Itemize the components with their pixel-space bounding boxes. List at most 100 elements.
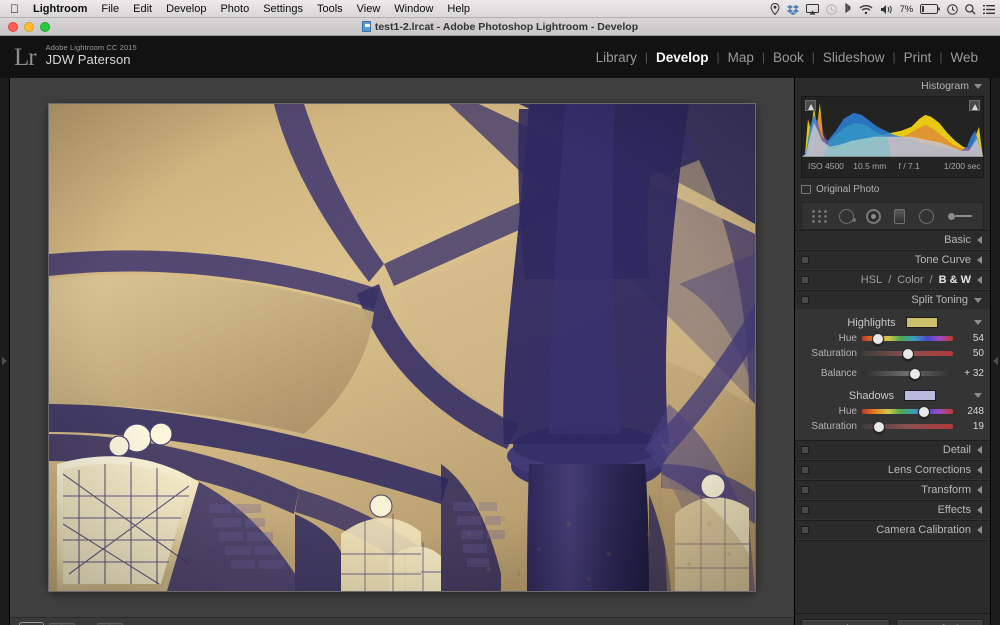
notification-center-icon[interactable] (983, 4, 995, 15)
menu-item-develop[interactable]: Develop (159, 0, 213, 18)
photo-preview[interactable] (49, 104, 755, 591)
panel-switch-transform[interactable] (801, 486, 809, 494)
balance-knob[interactable] (908, 367, 921, 380)
panel-header-split-toning[interactable]: Split Toning (795, 290, 990, 310)
dropbox-icon[interactable] (786, 4, 799, 15)
iso-label: ISO 4500 (808, 161, 844, 171)
apple-menu-icon[interactable]:  (0, 3, 30, 15)
module-print[interactable]: Print (896, 50, 940, 65)
panel-header-hsl-color-bw[interactable]: HSL / Color / B & W (795, 270, 990, 290)
menu-item-window[interactable]: Window (387, 0, 440, 18)
highlights-saturation-knob[interactable] (901, 347, 914, 360)
highlights-color-swatch[interactable] (905, 317, 938, 328)
crop-overlay-icon[interactable] (808, 206, 830, 226)
panel-header-tone-curve[interactable]: Tone Curve (795, 250, 990, 270)
highlights-saturation-track[interactable] (862, 347, 953, 360)
shadows-label: Shadows (848, 389, 895, 402)
spot-removal-icon[interactable] (835, 206, 857, 226)
panel-label-bw[interactable]: B & W (939, 274, 971, 286)
chevron-left-icon[interactable] (977, 446, 982, 454)
menu-item-help[interactable]: Help (440, 0, 477, 18)
module-map[interactable]: Map (720, 50, 762, 65)
panel-switch-effects[interactable] (801, 506, 809, 514)
panel-switch-hsl[interactable] (801, 276, 809, 284)
panel-switch-split-toning[interactable] (801, 296, 809, 304)
balance-track[interactable] (862, 367, 953, 380)
balance-slider-row[interactable]: Balance + 32 (795, 366, 990, 381)
histogram-panel-header[interactable]: Histogram (795, 78, 990, 94)
panel-header-transform[interactable]: Transform (795, 480, 990, 500)
menu-item-edit[interactable]: Edit (126, 0, 159, 18)
left-panel-toggle[interactable] (0, 78, 10, 625)
battery-icon[interactable] (920, 4, 940, 14)
histogram[interactable]: ISO 4500 10.5 mm f / 7.1 1/200 sec (801, 96, 984, 178)
panel-header-effects[interactable]: Effects (795, 500, 990, 520)
volume-icon[interactable] (880, 4, 893, 15)
module-web[interactable]: Web (942, 50, 986, 65)
right-panel-toggle[interactable] (990, 78, 1000, 625)
chevron-left-icon[interactable] (977, 236, 982, 244)
highlight-clipping-indicator[interactable] (969, 100, 980, 111)
module-book[interactable]: Book (765, 50, 812, 65)
menu-item-lightroom[interactable]: Lightroom (30, 0, 94, 18)
shadows-saturation-slider-row[interactable]: Saturation 19 (795, 419, 990, 434)
highlights-hue-track[interactable] (862, 332, 953, 345)
shadow-clipping-indicator[interactable] (805, 100, 816, 111)
panel-switch-camera-calibration[interactable] (801, 526, 809, 534)
shadows-hue-track[interactable] (862, 405, 953, 418)
identity-plate[interactable]: Lr Adobe Lightroom CC 2015 JDW Paterson (14, 44, 137, 70)
shadows-saturation-knob[interactable] (873, 420, 886, 433)
menu-item-tools[interactable]: Tools (310, 0, 350, 18)
spotlight-search-icon[interactable] (965, 3, 976, 15)
chevron-left-icon[interactable] (993, 356, 998, 365)
module-develop[interactable]: Develop (648, 50, 717, 65)
chevron-left-icon[interactable] (977, 526, 982, 534)
photo-stage[interactable] (10, 78, 794, 617)
original-photo-toggle[interactable]: Original Photo (801, 181, 984, 197)
radial-filter-icon[interactable] (916, 206, 938, 226)
adjustment-brush-icon[interactable] (943, 206, 977, 226)
airplay-icon[interactable] (805, 3, 819, 15)
panel-header-detail[interactable]: Detail (795, 440, 990, 460)
shadows-hue-knob[interactable] (917, 405, 930, 418)
chevron-left-icon[interactable] (977, 466, 982, 474)
highlights-saturation-slider-row[interactable]: Saturation 50 (795, 346, 990, 361)
red-eye-icon[interactable] (862, 206, 884, 226)
bluetooth-icon[interactable] (844, 3, 852, 15)
panel-label-detail: Detail (942, 444, 971, 456)
shadows-chevron-down-icon[interactable] (974, 393, 982, 398)
shadows-hue-slider-row[interactable]: Hue 248 (795, 404, 990, 419)
panel-label-color[interactable]: Color (897, 274, 923, 286)
wifi-icon[interactable] (859, 4, 873, 15)
chevron-right-icon[interactable] (2, 356, 7, 365)
module-library[interactable]: Library (588, 50, 645, 65)
graduated-filter-icon[interactable] (889, 206, 911, 226)
location-icon[interactable] (770, 3, 780, 15)
panel-switch-tone-curve[interactable] (801, 256, 809, 264)
chevron-left-icon[interactable] (977, 276, 982, 284)
set-default-button[interactable]: Set Default... (895, 619, 984, 625)
module-slideshow[interactable]: Slideshow (815, 50, 893, 65)
highlights-chevron-down-icon[interactable] (974, 320, 982, 325)
chevron-left-icon[interactable] (977, 506, 982, 514)
menu-item-settings[interactable]: Settings (256, 0, 310, 18)
clock-icon[interactable] (947, 3, 958, 15)
panel-header-basic[interactable]: Basic (795, 230, 990, 250)
highlights-hue-knob[interactable] (872, 332, 885, 345)
panel-label-hsl[interactable]: HSL (861, 274, 882, 286)
menu-item-view[interactable]: View (350, 0, 388, 18)
panel-switch-detail[interactable] (801, 446, 809, 454)
menu-item-file[interactable]: File (94, 0, 126, 18)
chevron-down-icon[interactable] (974, 83, 982, 89)
menu-item-photo[interactable]: Photo (213, 0, 256, 18)
highlights-hue-slider-row[interactable]: Hue 54 (795, 331, 990, 346)
chevron-down-icon[interactable] (974, 297, 982, 303)
previous-button[interactable]: Previous (801, 619, 890, 625)
panel-header-camera-calibration[interactable]: Camera Calibration (795, 520, 990, 540)
chevron-left-icon[interactable] (977, 256, 982, 264)
panel-header-lens-corrections[interactable]: Lens Corrections (795, 460, 990, 480)
shadows-color-swatch[interactable] (904, 390, 937, 401)
panel-switch-lens-corrections[interactable] (801, 466, 809, 474)
shadows-saturation-track[interactable] (862, 420, 953, 433)
chevron-left-icon[interactable] (977, 486, 982, 494)
